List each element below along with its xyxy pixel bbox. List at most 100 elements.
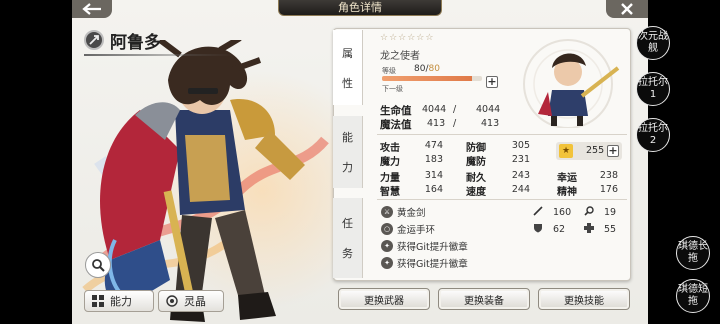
crystal-icon bbox=[165, 294, 179, 308]
equip-name: 获得Git提升徽章 bbox=[397, 242, 468, 253]
hp-label: 生命值 bbox=[380, 105, 412, 117]
change-weapon-button[interactable]: 更换武器 bbox=[338, 288, 430, 310]
badge-icon: ✦ bbox=[381, 240, 393, 252]
stat-label: 魔力 bbox=[380, 157, 400, 168]
arrow-left-icon bbox=[82, 3, 101, 15]
crystal-button[interactable]: 灵晶 bbox=[158, 290, 224, 312]
stat-value: 243 bbox=[511, 170, 530, 181]
hp-separator-text: / bbox=[453, 104, 457, 115]
close-button[interactable] bbox=[606, 0, 648, 18]
level-up-button[interactable]: + bbox=[486, 76, 498, 88]
level-value: 80/80 bbox=[414, 64, 440, 74]
equip-item[interactable]: ✦ 获得Git提升徽章 bbox=[381, 239, 468, 253]
stat-label: 魔防 bbox=[466, 157, 486, 168]
sword-icon: ⚔ bbox=[381, 206, 393, 218]
equip-name: 黄金剑 bbox=[397, 208, 426, 219]
rarity-stars: ☆☆☆☆☆☆ bbox=[380, 33, 435, 43]
divider-1 bbox=[377, 134, 627, 135]
stat-label: 精神 bbox=[557, 187, 577, 198]
medal-icon: ★ bbox=[559, 144, 573, 158]
character-title: 龙之使者 bbox=[380, 51, 420, 62]
tab-attributes[interactable]: 属 性 bbox=[333, 30, 363, 105]
fame-value: 255 bbox=[586, 145, 605, 156]
badge-icon: ✦ bbox=[381, 257, 393, 269]
equip-crit-value: 19 bbox=[604, 207, 617, 218]
class-emblem-icon bbox=[84, 30, 104, 50]
stat-label: 防御 bbox=[466, 143, 486, 154]
stat-value: 231 bbox=[511, 154, 530, 165]
tab-attributes-char2: 性 bbox=[342, 76, 353, 90]
back-button[interactable] bbox=[72, 0, 112, 18]
side-button-lator-2[interactable]: 拉托尔2 bbox=[636, 118, 670, 152]
equip-item[interactable]: ○ 金运手环 bbox=[381, 222, 435, 236]
stat-label: 速度 bbox=[466, 187, 486, 198]
stat-value: 183 bbox=[424, 154, 443, 165]
mp-current-value: 413 bbox=[427, 118, 446, 129]
stat-value: 314 bbox=[424, 170, 443, 181]
hp-current-value: 4044 bbox=[422, 104, 447, 115]
sword-stat-icon bbox=[533, 206, 543, 216]
level-progress-fill bbox=[382, 76, 472, 81]
equip-name: 金运手环 bbox=[397, 225, 436, 236]
side-button-qide-short[interactable]: 琪德短拖 bbox=[676, 279, 710, 313]
stat-value: 244 bbox=[511, 184, 530, 195]
character-chibi-portrait bbox=[523, 39, 620, 128]
mp-separator-text: / bbox=[453, 118, 457, 129]
equip-item[interactable]: ⚔ 黄金剑 bbox=[381, 205, 426, 219]
change-equipment-button[interactable]: 更换装备 bbox=[438, 288, 530, 310]
name-underline bbox=[84, 54, 234, 56]
stat-label: 攻击 bbox=[380, 143, 400, 154]
shield-icon bbox=[534, 224, 542, 233]
level-label: 等级 bbox=[382, 67, 396, 75]
tab-mission-char1: 任 bbox=[342, 217, 353, 230]
page-title: 角色详情 bbox=[278, 0, 442, 16]
equip-heal-value: 55 bbox=[604, 224, 617, 235]
character-name-group: 阿鲁多 bbox=[84, 28, 161, 53]
pin-stat-icon bbox=[584, 206, 594, 216]
stat-value: 474 bbox=[424, 140, 443, 151]
bracelet-icon: ○ bbox=[381, 223, 393, 235]
equip-stat-heal: 55 bbox=[584, 223, 616, 235]
tab-ability[interactable]: 能 力 bbox=[333, 116, 363, 188]
stat-value: 164 bbox=[424, 184, 443, 195]
change-skill-button[interactable]: 更换技能 bbox=[538, 288, 630, 310]
stat-label: 耐久 bbox=[466, 173, 486, 184]
hp-max-value: 4044 bbox=[476, 104, 501, 115]
zoom-button[interactable] bbox=[85, 252, 111, 278]
next-level-label: 下一级 bbox=[382, 85, 403, 93]
equip-def-value: 62 bbox=[553, 224, 566, 235]
stat-value: 238 bbox=[599, 170, 618, 181]
mp-label: 魔法值 bbox=[380, 119, 412, 131]
tab-mission-char2: 务 bbox=[342, 247, 353, 260]
close-icon bbox=[621, 3, 633, 15]
fame-add-button[interactable]: + bbox=[607, 145, 619, 157]
level-current: 80 bbox=[414, 64, 426, 74]
level-max: 80 bbox=[428, 64, 440, 74]
equip-item[interactable]: ✦ 获得Git提升徽章 bbox=[381, 256, 468, 270]
stat-value: 176 bbox=[599, 184, 618, 195]
side-button-qide-long[interactable]: 琪德长拖 bbox=[676, 236, 710, 270]
mp-row: 魔法值 bbox=[380, 117, 412, 132]
equip-stat-defense: 62 bbox=[533, 223, 565, 235]
crystal-button-label: 灵晶 bbox=[184, 295, 206, 308]
ability-button-label: 能力 bbox=[110, 295, 132, 308]
tab-ability-char2: 力 bbox=[342, 161, 353, 174]
side-button-lator-1[interactable]: 拉托尔1 bbox=[636, 72, 670, 106]
character-name: 阿鲁多 bbox=[110, 32, 161, 53]
character-artwork bbox=[82, 40, 329, 322]
stat-label: 智慧 bbox=[380, 187, 400, 198]
divider-2 bbox=[377, 199, 627, 200]
grid-icon bbox=[91, 294, 105, 308]
equip-stat-attack: 160 bbox=[533, 206, 571, 218]
equip-stat-crit: 19 bbox=[584, 206, 616, 218]
equip-name: 获得Git提升徽章 bbox=[397, 259, 468, 270]
tab-ability-char1: 能 bbox=[342, 131, 353, 144]
level-progress-bar bbox=[382, 76, 482, 81]
stat-label: 幸运 bbox=[557, 173, 577, 184]
mp-max-value: 413 bbox=[481, 118, 500, 129]
side-button-dimension-ship[interactable]: 次元战舰 bbox=[636, 26, 670, 60]
hp-row: 生命值 bbox=[380, 103, 412, 118]
stat-value: 305 bbox=[511, 140, 530, 151]
tab-mission[interactable]: 任 务 bbox=[333, 198, 363, 278]
ability-button[interactable]: 能力 bbox=[84, 290, 154, 312]
